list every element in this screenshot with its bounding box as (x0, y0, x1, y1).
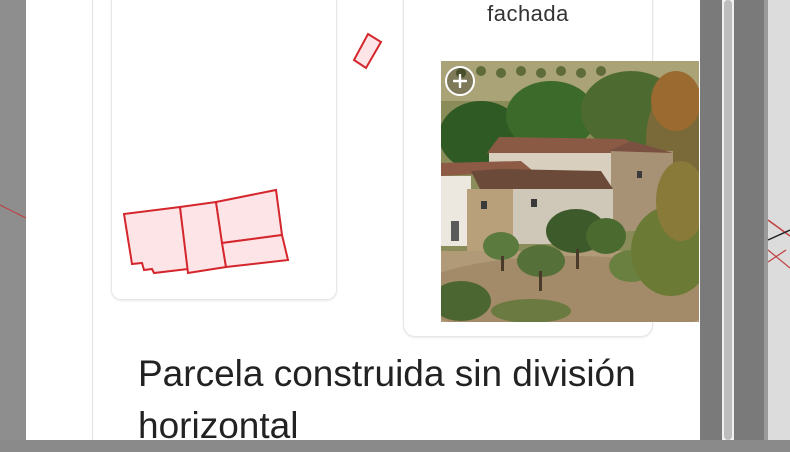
parcel-plan-drawing (122, 188, 290, 275)
scrollbar-thumb[interactable] (724, 0, 732, 440)
map-edge-right-detail (764, 0, 790, 440)
parcel-title: Parcela construida sin división horizont… (138, 353, 636, 446)
facade-photo[interactable] (441, 61, 699, 322)
parcel-plan-card[interactable] (111, 0, 337, 300)
map-edge-left (0, 0, 26, 440)
zoom-in-button[interactable] (445, 66, 475, 96)
zoom-in-icon (453, 74, 467, 88)
isolated-plot-shape (352, 32, 383, 70)
photo-caption: fachada (487, 1, 569, 26)
